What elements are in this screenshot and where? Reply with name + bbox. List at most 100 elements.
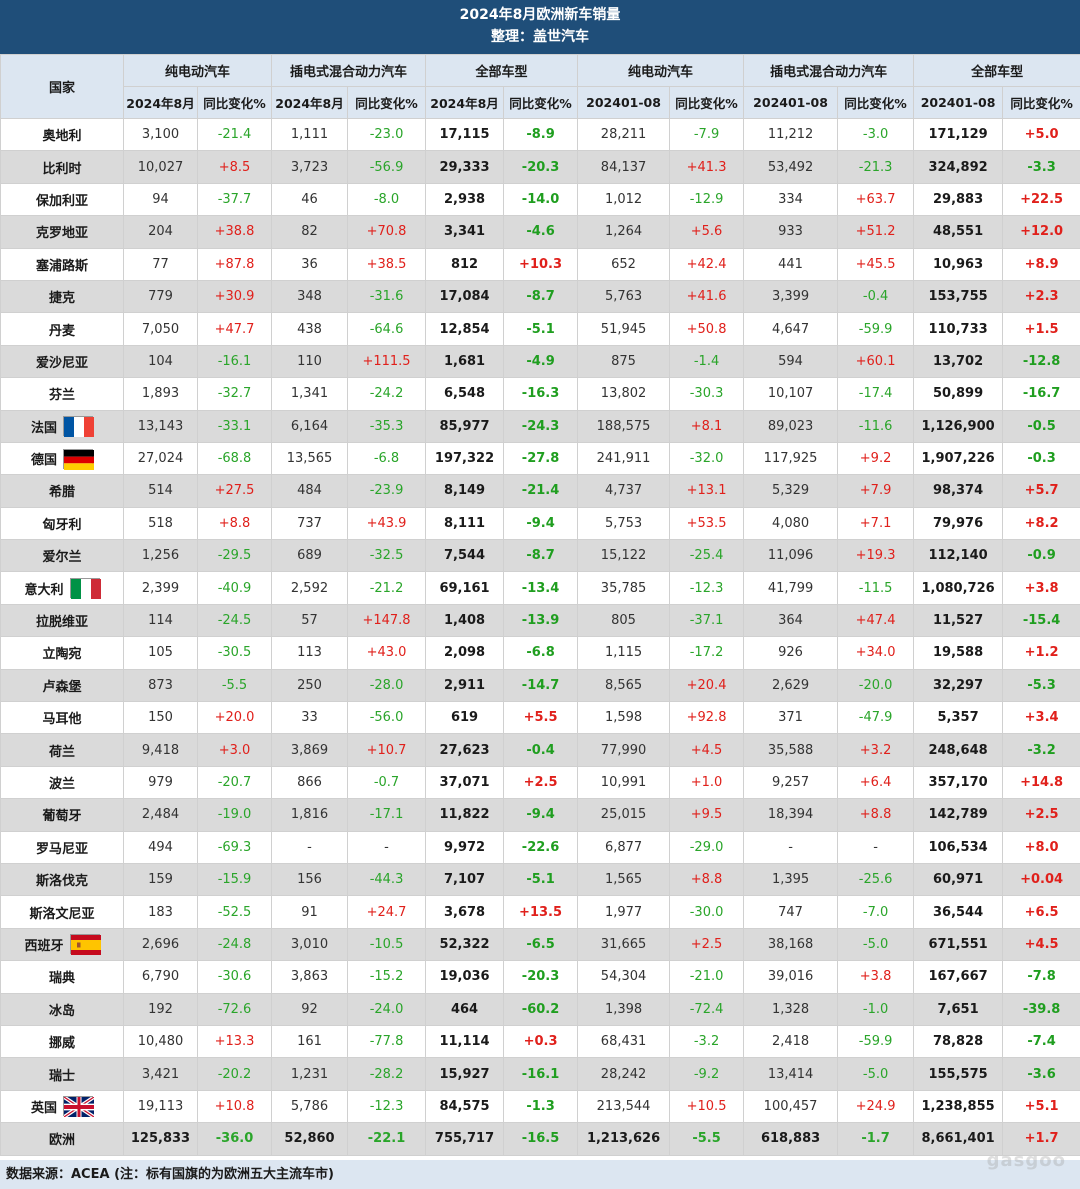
yoy-change-cell: -20.3 bbox=[503, 150, 579, 184]
sales-value-cell: 171,129 bbox=[913, 117, 1004, 152]
yoy-change-cell: +13.5 bbox=[503, 895, 579, 929]
table-row: 意大利 2,399 -40.9 2,592 -21.2 69,161 -13.4 35,785… bbox=[0, 571, 1080, 605]
total-row: 欧洲 125,833 -36.0 52,860 -22.1 755,717 -16.5 1,2… bbox=[0, 1122, 1080, 1156]
sales-value-cell: 8,111 bbox=[425, 506, 505, 541]
sales-value-cell: 15,927 bbox=[425, 1057, 505, 1091]
yoy-change-cell: +53.5 bbox=[669, 506, 745, 541]
yoy-change-cell: -1.0 bbox=[837, 992, 915, 1026]
yoy-change-cell: -25.6 bbox=[837, 862, 915, 897]
yoy-change-cell: +38.8 bbox=[196, 215, 273, 249]
yoy-change-cell: +19.3 bbox=[837, 539, 915, 573]
sales-value-cell: 1,328 bbox=[743, 992, 839, 1026]
sales-value-cell: 68,431 bbox=[577, 1024, 671, 1059]
sales-value-cell: 12,854 bbox=[425, 312, 505, 346]
yoy-change-cell: +12.0 bbox=[1002, 215, 1080, 249]
sales-value-cell: 153,755 bbox=[913, 279, 1004, 314]
header-group-bev-month: 纯电动汽车 bbox=[122, 54, 273, 87]
sales-value-cell: 13,802 bbox=[577, 377, 671, 411]
sales-value-cell: 9,972 bbox=[425, 830, 505, 864]
country-name: 西班牙 bbox=[24, 938, 64, 954]
sales-value-cell: 204 bbox=[123, 215, 198, 249]
yoy-change-cell: -3.2 bbox=[1002, 733, 1080, 767]
yoy-change-cell: -9.4 bbox=[503, 506, 579, 541]
watermark-logo: gasgoo bbox=[986, 1150, 1066, 1171]
country-name: 塞浦路斯 bbox=[35, 258, 88, 274]
yoy-change-cell: +45.5 bbox=[837, 247, 915, 281]
header-sub: 同比变化% bbox=[196, 86, 273, 119]
sales-value-cell: 3,678 bbox=[425, 895, 505, 929]
yoy-change-cell: -3.6 bbox=[1002, 1057, 1080, 1091]
country-name: 法国 bbox=[30, 420, 57, 436]
sales-value-cell: 652 bbox=[577, 247, 671, 281]
table-row: 斯洛文尼亚 183 -52.5 91 +24.7 3,678 +13.5 1,977 -30.0… bbox=[0, 895, 1080, 929]
country-name: 斯洛伐克 bbox=[35, 874, 88, 890]
yoy-change-cell: +27.5 bbox=[196, 474, 273, 508]
yoy-change-cell: +5.7 bbox=[1002, 474, 1080, 508]
yoy-change-cell: +8.5 bbox=[196, 150, 273, 184]
sales-value-cell: 13,702 bbox=[913, 344, 1004, 379]
yoy-change-cell: -13.9 bbox=[503, 603, 579, 638]
table-row: 保加利亚 94 -37.7 46 -8.0 2,938 -14.0 1,012 -12.9 334… bbox=[0, 182, 1080, 217]
table-row: 波兰 979 -20.7 866 -0.7 37,071 +2.5 10,991 +1.0 9,2… bbox=[0, 765, 1080, 800]
yoy-change-cell: -24.3 bbox=[503, 409, 579, 443]
sales-value-cell: 89,023 bbox=[743, 409, 839, 443]
country-name: 拉脱维亚 bbox=[35, 615, 88, 631]
sales-value-cell: 250 bbox=[271, 668, 349, 703]
yoy-change-cell: +30.9 bbox=[196, 279, 273, 314]
yoy-change-cell: -64.6 bbox=[347, 312, 427, 346]
country-name: 德国 bbox=[30, 453, 57, 469]
yoy-change-cell: +111.5 bbox=[347, 344, 427, 379]
yoy-change-cell: +5.1 bbox=[1002, 1089, 1080, 1124]
header-sub: 202401-08 bbox=[577, 86, 671, 119]
table-row: 爱沙尼亚 104 -16.1 110 +111.5 1,681 -4.9 875 -1.4 594… bbox=[0, 344, 1080, 379]
sales-value-cell: 19,036 bbox=[425, 960, 505, 994]
sales-value-cell: 159 bbox=[123, 862, 198, 897]
flag-gb-icon bbox=[63, 1095, 95, 1120]
yoy-change-cell: +47.4 bbox=[837, 603, 915, 638]
yoy-change-cell: -1.7 bbox=[837, 1122, 915, 1156]
yoy-change-cell: -8.7 bbox=[503, 279, 579, 314]
yoy-change-cell: +3.0 bbox=[196, 733, 273, 767]
table-row: 英国 19,113 +10.8 5,786 -12.3 84,575 -1.3 213,544… bbox=[0, 1089, 1080, 1124]
yoy-change-cell: +42.4 bbox=[669, 247, 745, 281]
yoy-change-cell: -12.9 bbox=[669, 182, 745, 217]
sales-value-cell: 1,231 bbox=[271, 1057, 349, 1091]
sales-value-cell: 51,945 bbox=[577, 312, 671, 346]
yoy-change-cell: +41.6 bbox=[669, 279, 745, 314]
sales-value-cell: 3,399 bbox=[743, 279, 839, 314]
flag-de-icon bbox=[63, 448, 94, 470]
yoy-change-cell: +2.3 bbox=[1002, 279, 1080, 314]
sales-value-cell: 1,395 bbox=[743, 862, 839, 897]
yoy-change-cell: -0.4 bbox=[503, 733, 579, 767]
yoy-change-cell: -22.6 bbox=[503, 830, 579, 864]
sales-value-cell: 2,629 bbox=[743, 668, 839, 703]
yoy-change-cell: +8.8 bbox=[196, 506, 273, 541]
sales-value-cell: 6,164 bbox=[271, 409, 349, 443]
table-row: 塞浦路斯 77 +87.8 36 +38.5 812 +10.3 652 +42.4 441 +45… bbox=[0, 247, 1080, 281]
sales-value-cell: 1,256 bbox=[123, 539, 198, 573]
yoy-change-cell: -20.0 bbox=[837, 668, 915, 703]
yoy-change-cell: -30.0 bbox=[669, 895, 745, 929]
sales-value-cell: 25,015 bbox=[577, 798, 671, 832]
sales-value-cell: 197,322 bbox=[425, 441, 505, 476]
sales-value-cell: 1,893 bbox=[123, 377, 198, 411]
sales-value-cell: 37,071 bbox=[425, 765, 505, 800]
sales-value-cell: 84,575 bbox=[425, 1089, 505, 1124]
yoy-change-cell: +34.0 bbox=[837, 636, 915, 670]
yoy-change-cell: -47.9 bbox=[837, 701, 915, 735]
country-cell: 英国 bbox=[0, 1089, 124, 1124]
table-row: 德国 27,024 -68.8 13,565 -6.8 197,322 -27.8 241,9… bbox=[0, 441, 1080, 476]
header-sub: 同比变化% bbox=[347, 86, 427, 119]
sales-value-cell: 8,565 bbox=[577, 668, 671, 703]
yoy-change-cell: -69.3 bbox=[196, 830, 273, 864]
sales-value-cell: 1,341 bbox=[271, 377, 349, 411]
table-row: 奥地利 3,100 -21.4 1,111 -23.0 17,115 -8.9 28,211-… bbox=[0, 117, 1080, 152]
sales-value-cell: 1,080,726 bbox=[913, 571, 1004, 605]
country-cell: 意大利 bbox=[0, 571, 124, 605]
yoy-change-cell: +10.7 bbox=[347, 733, 427, 767]
header-country: 国家 bbox=[0, 54, 124, 119]
yoy-change-cell: +2.5 bbox=[503, 765, 579, 800]
sales-value-cell: 110,733 bbox=[913, 312, 1004, 346]
sales-value-cell: 8,149 bbox=[425, 474, 505, 508]
sales-value-cell: 192 bbox=[123, 992, 198, 1026]
